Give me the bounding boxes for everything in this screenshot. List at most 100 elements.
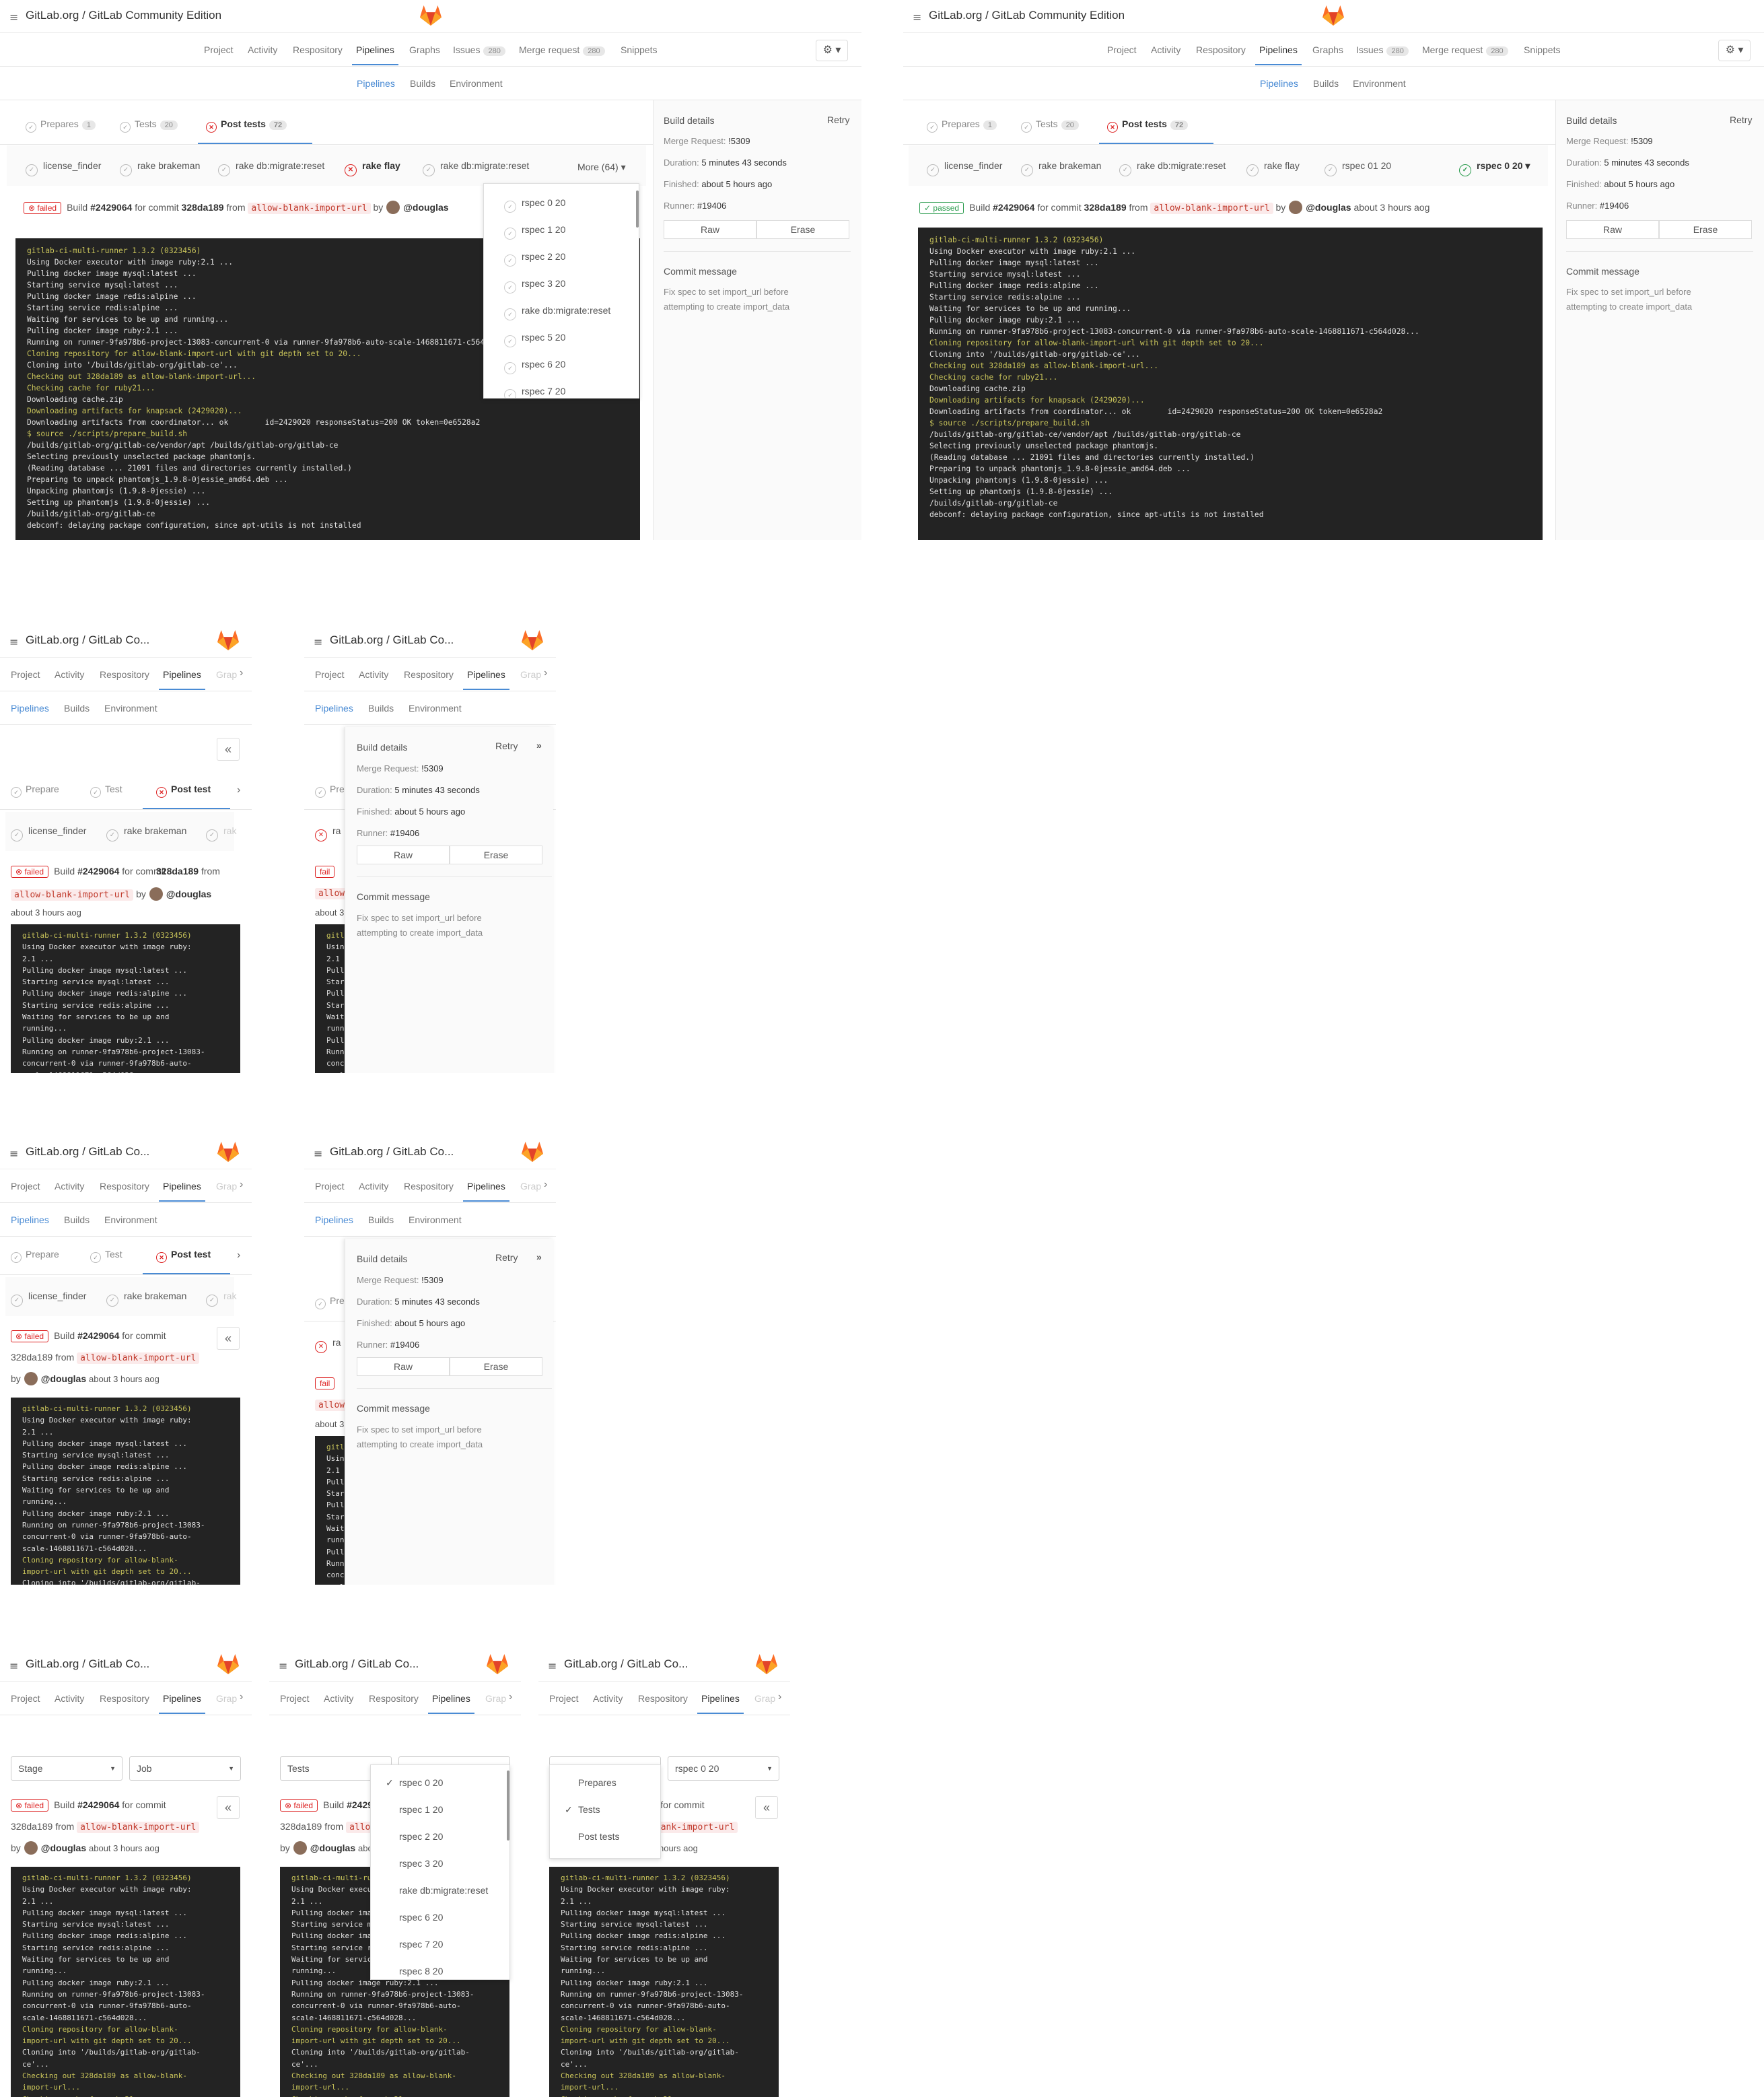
job-rake-brakeman[interactable]: ✓ rake brakeman: [120, 160, 200, 176]
erase-button[interactable]: Erase: [1659, 220, 1752, 239]
job-select[interactable]: Job ▼: [129, 1756, 241, 1781]
gitlab-logo-icon[interactable]: [419, 5, 442, 26]
job-select[interactable]: rspec 0 20▼: [668, 1756, 779, 1781]
expand-sidebar-button[interactable]: «: [217, 738, 240, 761]
nav-repository[interactable]: Respository: [100, 1181, 149, 1192]
subnav-pipelines[interactable]: Pipelines: [1260, 78, 1298, 89]
subnav-pipelines[interactable]: Pipelines: [315, 1214, 353, 1225]
nav-pipelines[interactable]: Pipelines: [1255, 44, 1302, 65]
stage-select[interactable]: Stage ▼: [11, 1756, 122, 1781]
job-rake-brakeman[interactable]: ✓ rake brakeman: [106, 825, 186, 841]
stage-tab-post-test[interactable]: ✕Post test: [156, 784, 211, 798]
stage-tab-post-tests[interactable]: ✕ Post tests 72: [206, 118, 287, 133]
dropdown-item[interactable]: ✓ rspec 6 20: [504, 359, 565, 374]
merge-request-link[interactable]: !5309: [728, 136, 750, 146]
menu-icon[interactable]: ≡: [9, 11, 18, 24]
commit-sha[interactable]: 328da189: [1084, 202, 1127, 213]
nav-graphs-cut[interactable]: Grap: [485, 1693, 506, 1704]
job-cut[interactable]: ✕ ra: [315, 825, 341, 841]
dropdown-item[interactable]: ✓ rspec 7 20: [504, 386, 565, 398]
nav-pipelines[interactable]: Pipelines: [428, 1693, 474, 1714]
branch-name[interactable]: allow-blank-import-url: [77, 1352, 200, 1364]
job-rake-brakeman[interactable]: ✓ rake brakeman: [1021, 160, 1101, 176]
expand-sidebar-button[interactable]: «: [217, 1327, 240, 1350]
branch-name[interactable]: allow-blank-import-url: [11, 889, 134, 901]
nav-pipelines[interactable]: Pipelines: [159, 669, 205, 690]
nav-merge-requests[interactable]: Merge request 280: [1422, 44, 1508, 56]
retry-link[interactable]: Retry: [1730, 114, 1752, 125]
nav-graphs-cut[interactable]: Grap: [216, 1693, 237, 1704]
stage-tab-tests[interactable]: ✓ Tests 20: [120, 118, 178, 133]
job-cut[interactable]: ✕ ra: [315, 1337, 341, 1353]
nav-project[interactable]: Project: [11, 1693, 40, 1704]
stage-tab-prepares[interactable]: ✓ Prepares 1: [26, 118, 96, 133]
stage-tab-prepare[interactable]: ✓Prepare: [11, 784, 59, 798]
raw-button[interactable]: Raw: [664, 220, 756, 239]
build-number[interactable]: #2429064: [77, 1799, 119, 1810]
scroll-right-icon[interactable]: ›: [509, 1691, 512, 1703]
nav-repository[interactable]: Respository: [404, 669, 454, 680]
nav-pipelines[interactable]: Pipelines: [159, 1181, 205, 1202]
subnav-environment[interactable]: Environment: [1353, 78, 1406, 89]
collapse-sidebar-icon[interactable]: »: [536, 1251, 542, 1262]
nav-project[interactable]: Project: [315, 1181, 345, 1192]
nav-snippets[interactable]: Snippets: [621, 44, 657, 55]
menu-icon[interactable]: ≡: [9, 1147, 18, 1160]
nav-activity[interactable]: Activity: [248, 44, 277, 55]
erase-button[interactable]: Erase: [756, 220, 849, 239]
subnav-builds[interactable]: Builds: [1313, 78, 1339, 89]
erase-button[interactable]: Erase: [450, 1357, 542, 1376]
menu-icon[interactable]: ≡: [9, 635, 18, 648]
project-title[interactable]: GitLab.org / GitLab Co...: [26, 633, 149, 647]
stage-tab-post-tests[interactable]: ✕ Post tests 72: [1107, 118, 1189, 133]
raw-button[interactable]: Raw: [357, 1357, 450, 1376]
dropdown-item[interactable]: rspec 7 20: [399, 1939, 443, 1950]
nav-project[interactable]: Project: [280, 1693, 310, 1704]
nav-repository[interactable]: Respository: [1196, 44, 1246, 55]
dropdown-item[interactable]: rake db:migrate:reset: [399, 1885, 488, 1896]
user-link[interactable]: @douglas: [403, 202, 448, 213]
gitlab-logo-icon[interactable]: [521, 1141, 544, 1163]
nav-project[interactable]: Project: [11, 669, 40, 680]
dropdown-item[interactable]: rspec 3 20: [399, 1858, 443, 1869]
erase-button[interactable]: Erase: [450, 846, 542, 864]
subnav-builds[interactable]: Builds: [64, 703, 90, 714]
more-jobs-dropdown[interactable]: More (64) ▾: [577, 162, 626, 173]
raw-button[interactable]: Raw: [357, 846, 450, 864]
dropdown-item[interactable]: rspec 8 20: [399, 1966, 443, 1976]
scroll-right-icon[interactable]: ›: [544, 1179, 547, 1191]
subnav-environment[interactable]: Environment: [409, 703, 462, 714]
build-number[interactable]: #2429064: [77, 1330, 119, 1341]
gitlab-logo-icon[interactable]: [217, 629, 240, 651]
nav-graphs-cut[interactable]: Grap: [216, 669, 237, 680]
dropdown-item[interactable]: Prepares: [578, 1777, 616, 1788]
scroll-right-icon[interactable]: ›: [240, 1691, 243, 1703]
dropdown-item[interactable]: ✓ rake db:migrate:reset: [504, 305, 610, 320]
subnav-builds[interactable]: Builds: [64, 1214, 90, 1225]
menu-icon[interactable]: ≡: [913, 11, 921, 24]
stage-tab-test[interactable]: ✓Test: [90, 1249, 122, 1263]
nav-repository[interactable]: Respository: [369, 1693, 419, 1704]
subnav-builds[interactable]: Builds: [368, 1214, 394, 1225]
dropdown-item[interactable]: rspec 6 20: [399, 1912, 443, 1923]
job-rspec-0-selected[interactable]: ✓ rspec 0 20 ▾: [1459, 160, 1530, 176]
scrollbar[interactable]: [636, 191, 639, 228]
build-number[interactable]: #2429064: [90, 202, 132, 213]
stage-tab-post-test[interactable]: ✕Post test: [156, 1249, 211, 1263]
dropdown-item[interactable]: Post tests: [578, 1831, 619, 1842]
build-number[interactable]: #2429064: [77, 866, 119, 876]
job-rake-flay[interactable]: ✓ rake flay: [1246, 160, 1300, 176]
job-license-finder[interactable]: ✓ license_finder: [11, 1291, 86, 1307]
scroll-right-icon[interactable]: ›: [237, 1249, 240, 1262]
dropdown-item[interactable]: ✓ rspec 1 20: [504, 224, 565, 240]
menu-icon[interactable]: ≡: [314, 635, 322, 648]
nav-repository[interactable]: Respository: [638, 1693, 688, 1704]
gitlab-logo-icon[interactable]: [521, 629, 544, 651]
job-cut[interactable]: ✓ rak: [206, 825, 236, 841]
subnav-environment[interactable]: Environment: [104, 1214, 157, 1225]
merge-request-link[interactable]: !5309: [1631, 136, 1653, 146]
job-rake-flay[interactable]: ✕ rake flay: [345, 160, 400, 176]
nav-pipelines[interactable]: Pipelines: [463, 1181, 509, 1202]
nav-graphs-cut[interactable]: Grap: [520, 1181, 541, 1192]
stage-tab-prepares[interactable]: ✓ Prepares 1: [927, 118, 997, 133]
